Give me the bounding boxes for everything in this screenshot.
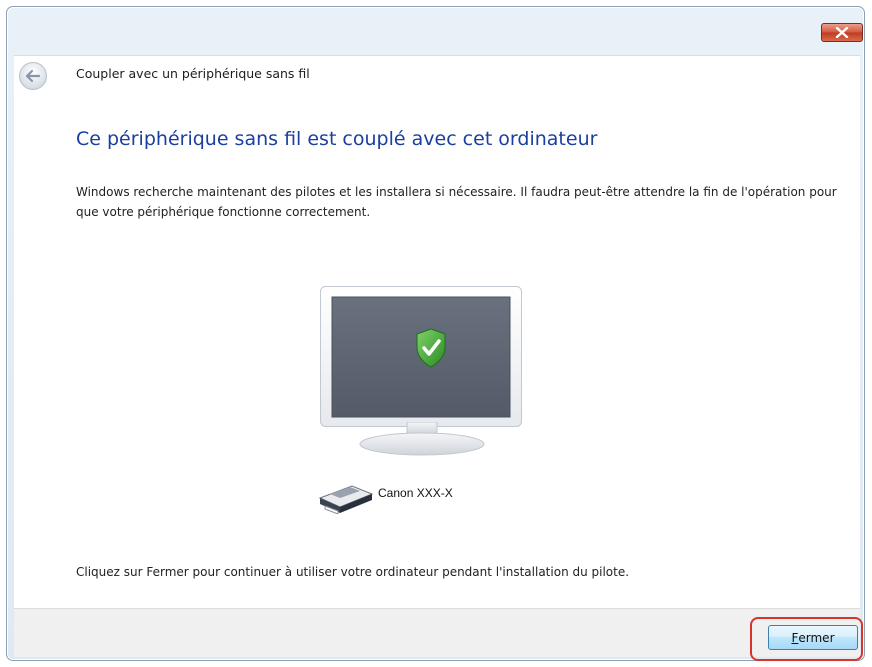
monitor-stand [359, 422, 485, 456]
page-heading: Ce périphérique sans fil est couplé avec… [76, 128, 598, 150]
back-button[interactable] [19, 62, 47, 90]
fermer-button[interactable]: Fermer [768, 625, 858, 650]
instruction-text: Cliquez sur Fermer pour continuer à util… [76, 565, 630, 579]
security-shield-check-icon [416, 328, 446, 368]
window-close-button[interactable] [821, 23, 863, 42]
printer-icon [318, 485, 374, 514]
window-title: Coupler avec un périphérique sans fil [76, 66, 310, 81]
fermer-button-label: ermer [798, 630, 835, 645]
button-bar [14, 608, 860, 657]
fermer-accelerator-letter: F [791, 630, 799, 645]
back-arrow-icon [25, 69, 41, 83]
description-text: Windows recherche maintenant des pilotes… [76, 185, 837, 219]
device-name-label: Canon XXX-X [378, 486, 453, 500]
close-icon [835, 27, 849, 38]
